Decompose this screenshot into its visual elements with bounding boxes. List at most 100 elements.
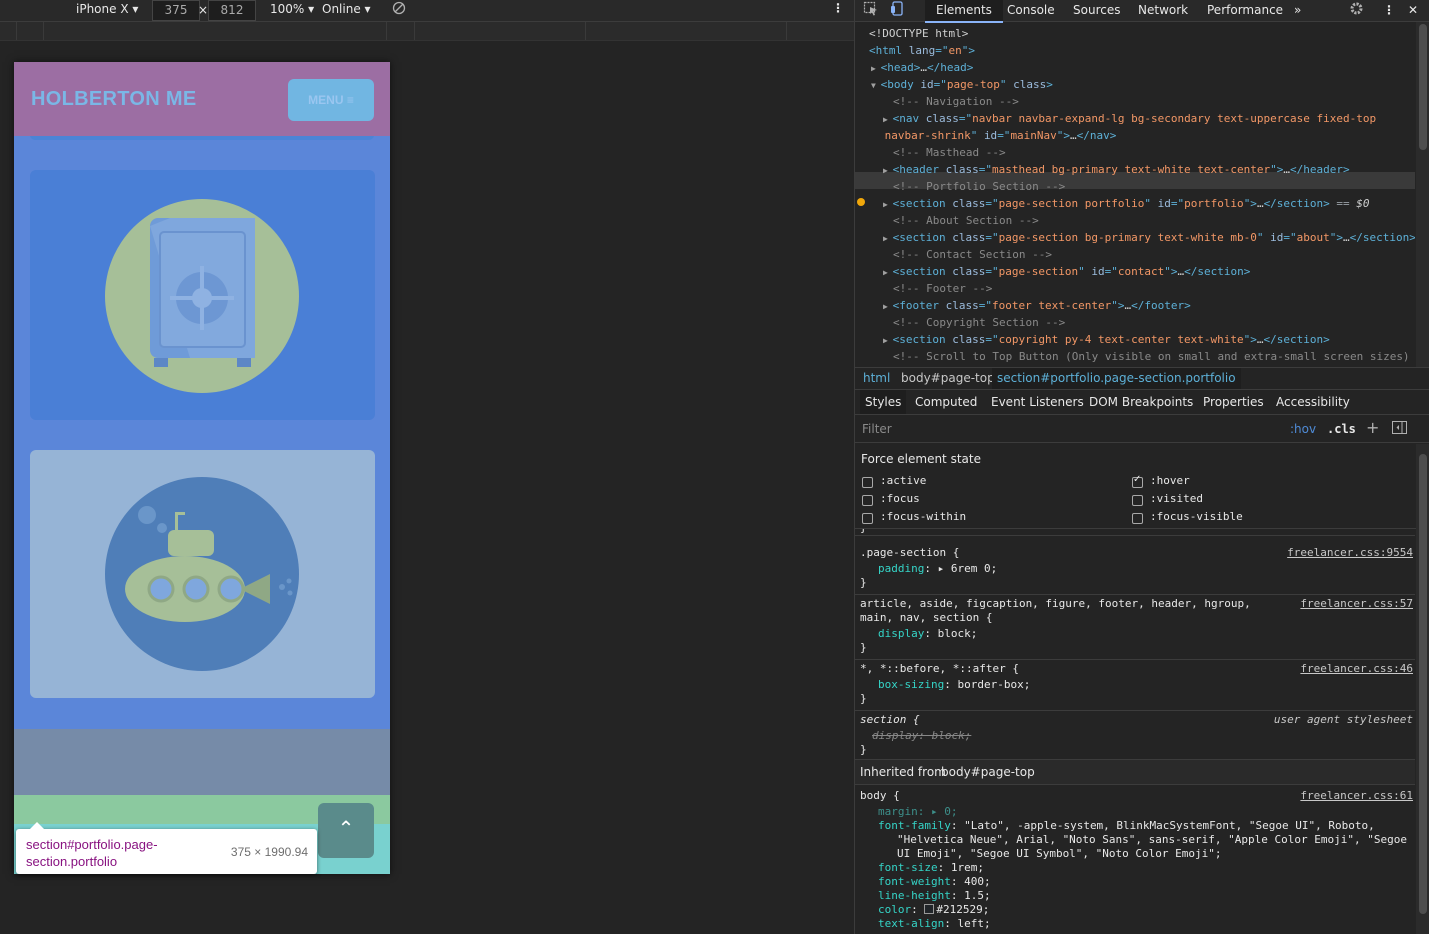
dom-node-line[interactable]: <!-- Scroll to Top Button (Only visible … [893,348,1410,365]
collapsed-triangle-icon[interactable]: ▶ [883,268,893,277]
rule-declaration-line-height[interactable]: line-height: 1.5; [878,889,991,903]
dom-node-line[interactable]: <!-- About Section --> [893,212,1039,229]
collapsed-triangle-icon[interactable]: ▶ [883,302,893,311]
rule-declaration-font-weight[interactable]: font-weight: 400; [878,875,991,889]
dom-node-line[interactable]: navbar-shrink" id="mainNav">…</nav> [885,127,1117,144]
gear-icon[interactable] [1349,1,1364,22]
menu-button[interactable]: MENU ≡ [288,79,374,121]
inspect-element-icon[interactable] [863,1,878,22]
dom-node-line[interactable]: ▶ <section class="page-section bg-primar… [883,229,1415,247]
breadcrumb-body[interactable]: body#page-top [901,371,995,385]
ruler-segment[interactable] [387,22,415,40]
rule-declaration[interactable]: box-sizing: border-box; [878,678,1030,692]
dom-node-line[interactable]: ▶ <nav class="navbar navbar-expand-lg bg… [883,110,1376,128]
site-brand[interactable]: HOLBERTON ME [31,88,196,111]
dom-node-line[interactable]: <html lang="en"> [869,42,975,59]
more-options-icon[interactable]: ⋮ [832,1,844,15]
ruler-segment[interactable] [0,22,17,40]
tab-dom-breakpoints[interactable]: DOM Breakpoints [1089,390,1193,414]
portfolio-item-safe[interactable] [30,170,375,420]
rotate-icon[interactable] [392,1,406,18]
tab-performance[interactable]: Performance [1207,0,1283,21]
collapsed-triangle-icon[interactable]: ▶ [883,234,893,243]
rule-selector[interactable]: .page-section { [860,546,959,560]
rule-source-link[interactable]: freelancer.css:46 [1300,662,1413,676]
zoom-select[interactable]: 100% ▾ [270,2,314,16]
collapsed-triangle-icon[interactable]: ▶ [883,200,893,209]
expanded-triangle-icon[interactable]: ▼ [871,81,881,90]
filter-input[interactable]: Filter [862,422,892,436]
ruler-segment[interactable] [586,22,787,40]
breadcrumb-section[interactable]: section#portfolio.page-section.portfolio [992,368,1241,389]
rule-selector[interactable]: article, aside, figcaption, figure, foot… [860,597,1251,611]
breadcrumb-html[interactable]: html [863,371,890,385]
focus-within-checkbox[interactable] [862,513,873,524]
rule-declaration-margin[interactable]: margin: ▸ 0; [878,805,957,819]
rule-declaration-font-family[interactable]: font-family: "Lato", -apple-system, Blin… [878,819,1375,833]
tab-event-listeners[interactable]: Event Listeners [991,390,1084,414]
tab-sources[interactable]: Sources [1073,0,1120,21]
rule-selector[interactable]: *, *::before, *::after { [860,662,1019,676]
focus-checkbox[interactable] [862,495,873,506]
tab-accessibility[interactable]: Accessibility [1276,390,1350,414]
scroll-to-top-button[interactable]: ⌃ [318,803,374,858]
ruler-segment[interactable] [44,22,387,40]
rule-declaration[interactable]: display: block; [878,627,977,641]
rule-source-link[interactable]: freelancer.css:61 [1300,789,1413,803]
height-input[interactable]: 812 [208,0,256,21]
dom-node-line[interactable]: <!-- Copyright Section --> [893,314,1065,331]
rule-declaration-font-size[interactable]: font-size: 1rem; [878,861,984,875]
tab-network[interactable]: Network [1138,0,1188,21]
dom-node-line[interactable]: ▶ <section class="page-section portfolio… [883,195,1370,213]
focus-visible-checkbox[interactable] [1132,513,1143,524]
width-input[interactable]: 375 [152,0,200,21]
device-select[interactable]: iPhone X ▾ [76,2,138,16]
dom-node-line[interactable]: ▼ <body id="page-top" class> [871,76,1053,94]
dom-node-line[interactable]: <!-- Portfolio Section --> [893,178,1065,195]
rule-declaration[interactable]: padding: ▸ 6rem 0; [878,562,997,576]
active-checkbox[interactable] [862,477,873,488]
dom-node-line[interactable]: <!-- Masthead --> [893,144,1006,161]
close-icon[interactable]: ✕ [1408,0,1418,21]
rule-declaration-text-align[interactable]: text-align: left; [878,917,991,931]
rule-declaration-color[interactable]: color: #212529; [878,903,989,917]
dom-node-line[interactable]: ▶ <head>…</head> [871,59,973,77]
tab-elements[interactable]: Elements [925,0,1003,23]
hover-state-toggle[interactable]: :hov [1290,422,1316,436]
rule-selector[interactable]: body { [860,789,900,803]
more-tabs-icon[interactable]: » [1294,0,1301,21]
collapsed-triangle-icon[interactable]: ▶ [883,336,893,345]
toggle-sidebar-icon[interactable] [1392,421,1407,437]
dom-node-line[interactable]: ▶ <section class="copyright py-4 text-ce… [883,331,1330,349]
add-rule-icon[interactable]: + [1366,418,1379,437]
rule-source-link[interactable]: freelancer.css:57 [1300,597,1413,611]
dom-node-line[interactable]: ▶ <header class="masthead bg-primary tex… [883,161,1350,179]
dom-node-line[interactable]: <!-- Navigation --> [893,93,1019,110]
dom-node-line[interactable]: <!DOCTYPE html> [869,25,968,42]
ruler-segment[interactable] [415,22,586,40]
inherited-from-link[interactable]: body#page-top [941,765,1035,779]
dom-node-line[interactable]: <!-- Contact Section --> [893,246,1052,263]
collapsed-triangle-icon[interactable]: ▶ [883,166,893,175]
dom-node-line[interactable]: ▶ <section class="page-section" id="cont… [883,263,1250,281]
color-swatch[interactable] [924,904,935,914]
device-toolbar-icon[interactable] [890,1,905,22]
tab-computed[interactable]: Computed [915,390,977,414]
dom-scrollbar[interactable] [1416,22,1429,367]
collapsed-triangle-icon[interactable]: ▶ [883,115,893,124]
dom-node-line[interactable]: <!-- Footer --> [893,280,992,297]
tab-properties[interactable]: Properties [1203,390,1264,414]
collapsed-triangle-icon[interactable]: ▶ [871,64,881,73]
tab-styles[interactable]: Styles [860,390,907,414]
dom-node-line[interactable]: ▶ <footer class="footer text-center">…</… [883,297,1191,315]
tab-console[interactable]: Console [1007,0,1055,21]
portfolio-item-submarine[interactable] [30,450,375,698]
hover-checkbox[interactable] [1132,474,1143,488]
styles-scrollbar[interactable] [1416,444,1429,934]
class-toggle[interactable]: .cls [1327,422,1356,436]
throttle-select[interactable]: Online ▾ [322,2,371,16]
ruler-segment[interactable] [17,22,44,40]
rule-source-link[interactable]: freelancer.css:9554 [1287,546,1413,560]
more-options-icon[interactable]: ⋮ [1383,0,1395,21]
visited-checkbox[interactable] [1132,495,1143,506]
